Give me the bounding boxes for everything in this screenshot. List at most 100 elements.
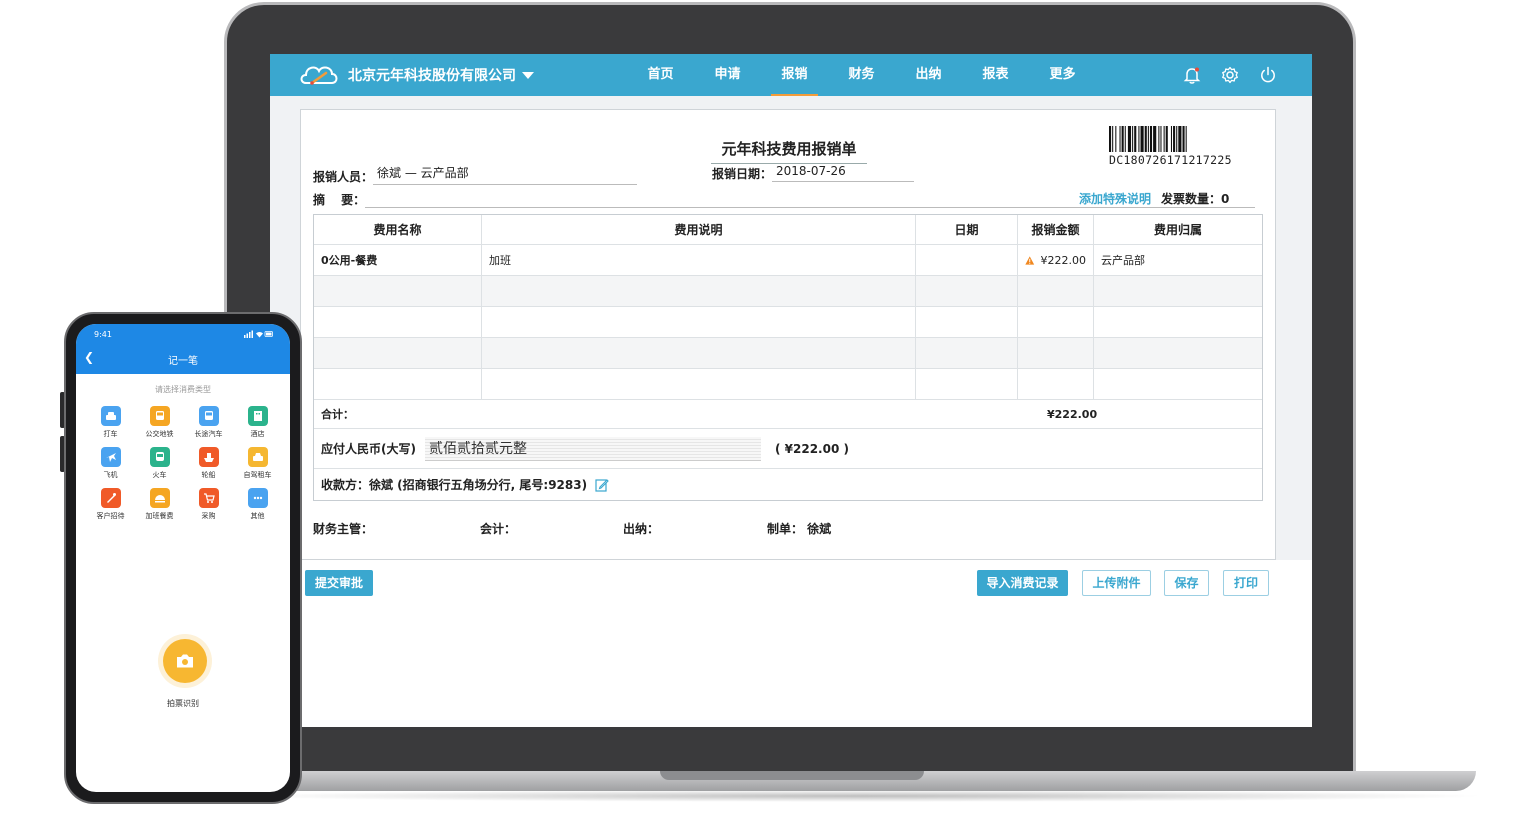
expense-type-item[interactable]: 打车 (86, 406, 135, 439)
expense-type-label: 打车 (103, 430, 118, 438)
print-button[interactable]: 打印 (1223, 570, 1269, 596)
car-icon (247, 447, 268, 467)
cell-date (916, 245, 1018, 275)
gear-icon[interactable] (1220, 65, 1240, 85)
nav-reimburse[interactable]: 报销 (761, 54, 828, 96)
status-time: 9:41 (94, 330, 112, 339)
sign-accountant: 会计： (480, 522, 517, 536)
meal-icon (149, 488, 170, 508)
person-value[interactable]: 徐斌 — 云产品部 (373, 164, 638, 185)
payee-text: 收款方：徐斌 (招商银行五角场分行, 尾号:9283) (321, 478, 588, 492)
edit-icon[interactable] (595, 478, 609, 492)
cell-amount: ¥222.00 (1018, 245, 1094, 275)
expense-type-label: 长途汽车 (194, 430, 223, 438)
expense-type-item[interactable]: 客户招待 (86, 488, 135, 521)
expense-type-label: 公交地铁 (145, 430, 174, 438)
expense-type-label: 酒店 (250, 430, 265, 438)
train-icon (149, 447, 170, 467)
camera-icon (163, 639, 207, 683)
expense-type-label: 自驾租车 (243, 471, 272, 479)
reception-icon (100, 488, 121, 508)
phone-header: 9:41 ❮ 记一笔 (76, 324, 290, 374)
header-expense-desc: 费用说明 (482, 215, 916, 244)
nav-apply[interactable]: 申请 (694, 54, 761, 96)
phone-screen: 9:41 ❮ 记一笔 请选择消费类型 打车 公交地铁 长途汽车 酒店飞机 火车 轮船 自驾租… (76, 324, 290, 792)
reimbursement-form: 元年科技费用报销单 DC180726171217225 报销人员： 徐斌 — 云… (300, 109, 1276, 560)
expense-type-item[interactable]: 公交地铁 (135, 406, 184, 439)
expense-type-label: 加班餐费 (145, 512, 174, 520)
header-belong: 费用归属 (1153, 223, 1202, 237)
expense-type-label: 轮船 (201, 471, 216, 479)
laptop-screen: 北京元年科技股份有限公司 首页 申请 报销 财务 出纳 报表 更多 元年科技费用… (270, 54, 1312, 727)
expense-type-item[interactable]: 轮船 (184, 447, 233, 480)
nav-reports[interactable]: 报表 (962, 54, 1029, 96)
empty-row[interactable] (314, 276, 1262, 307)
date-label: 报销日期： (712, 167, 773, 181)
expense-type-grid: 打车 公交地铁 长途汽车 酒店飞机 火车 轮船 自驾租车客户招待 加班餐费 采购 其他 (86, 406, 282, 521)
expense-type-label: 客户招待 (96, 512, 125, 520)
warning-icon[interactable] (1025, 254, 1035, 267)
sign-maker: 制单： 徐斌 (767, 522, 832, 536)
date-value[interactable]: 2018-07-26 (772, 164, 915, 182)
expense-type-item[interactable]: 酒店 (233, 406, 282, 439)
save-button[interactable]: 保存 (1164, 570, 1209, 596)
rmb-uppercase-value: 贰佰贰拾贰元整 (425, 436, 761, 461)
bus-icon (149, 406, 170, 426)
amount-value: ¥222.00 (1040, 253, 1087, 267)
form-title: 元年科技费用报销单 (711, 138, 867, 164)
nav-more[interactable]: 更多 (1029, 54, 1096, 96)
upload-attachment-button[interactable]: 上传附件 (1082, 570, 1151, 596)
coach-icon (198, 406, 219, 426)
company-name: 北京元年科技股份有限公司 (348, 68, 516, 84)
cell-expense-desc: 加班 (482, 245, 916, 275)
rmb-row: 应付人民币(大写) 贰佰贰拾贰元整 ( ¥222.00 ) (314, 429, 1262, 469)
laptop-shadow (230, 790, 1490, 802)
power-icon[interactable] (1258, 65, 1278, 85)
add-special-note-link[interactable]: 添加特殊说明 (1079, 190, 1151, 207)
phone-title: 记一笔 (168, 356, 198, 367)
table-header: 费用名称 费用说明 日期 报销金额 费用归属 (314, 215, 1262, 245)
table-row[interactable]: 0公用-餐费 加班 ¥222.00 云产品部 (314, 245, 1262, 276)
hotel-icon (247, 406, 268, 426)
chevron-down-icon (522, 71, 534, 79)
empty-row[interactable] (314, 307, 1262, 338)
expense-type-item[interactable]: 长途汽车 (184, 406, 233, 439)
cloud-logo-icon (300, 66, 338, 85)
bell-icon[interactable] (1182, 65, 1202, 85)
expense-type-item[interactable]: 其他 (233, 488, 282, 521)
main-nav: 首页 申请 报销 财务 出纳 报表 更多 (627, 54, 1096, 96)
expense-table: 费用名称 费用说明 日期 报销金额 费用归属 0公用-餐费 加班 ¥222.00… (313, 214, 1263, 501)
total-value: ¥222.00 (1047, 408, 1098, 421)
expense-type-item[interactable]: 飞机 (86, 447, 135, 480)
status-bar-icon (244, 330, 273, 338)
submit-approval-button[interactable]: 提交审批 (305, 570, 373, 596)
scan-receipt-label: 拍票识别 (167, 699, 199, 708)
person-field: 报销人员： 徐斌 — 云产品部 (313, 164, 638, 185)
sign-cashier: 出纳： (623, 522, 660, 536)
expense-type-item[interactable]: 采购 (184, 488, 233, 521)
empty-row[interactable] (314, 369, 1262, 400)
ship-icon (198, 447, 219, 467)
nav-cashier[interactable]: 出纳 (895, 54, 962, 96)
stage: 北京元年科技股份有限公司 首页 申请 报销 财务 出纳 报表 更多 元年科技费用… (0, 0, 1518, 828)
cell-expense-name: 0公用-餐费 (314, 245, 482, 275)
rmb-numeric-value: ( ¥222.00 ) (775, 441, 849, 456)
plane-icon (100, 447, 121, 467)
nav-home[interactable]: 首页 (627, 54, 694, 96)
expense-type-item[interactable]: 火车 (135, 447, 184, 480)
more-icon (247, 488, 268, 508)
expense-type-label: 火车 (152, 471, 167, 479)
person-label: 报销人员： (313, 170, 374, 184)
nav-finance[interactable]: 财务 (828, 54, 895, 96)
expense-type-label: 采购 (201, 512, 216, 520)
phone-subtitle: 请选择消费类型 (155, 385, 211, 394)
expense-type-item[interactable]: 加班餐费 (135, 488, 184, 521)
expense-type-item[interactable]: 自驾租车 (233, 447, 282, 480)
payee-row: 收款方：徐斌 (招商银行五角场分行, 尾号:9283) (314, 469, 1262, 500)
scan-receipt-button[interactable] (158, 634, 212, 688)
import-records-button[interactable]: 导入消费记录 (977, 570, 1068, 596)
empty-row[interactable] (314, 338, 1262, 369)
company-switcher[interactable]: 北京元年科技股份有限公司 (298, 54, 534, 96)
cart-icon (198, 488, 219, 508)
rmb-label: 应付人民币(大写) (321, 442, 416, 456)
